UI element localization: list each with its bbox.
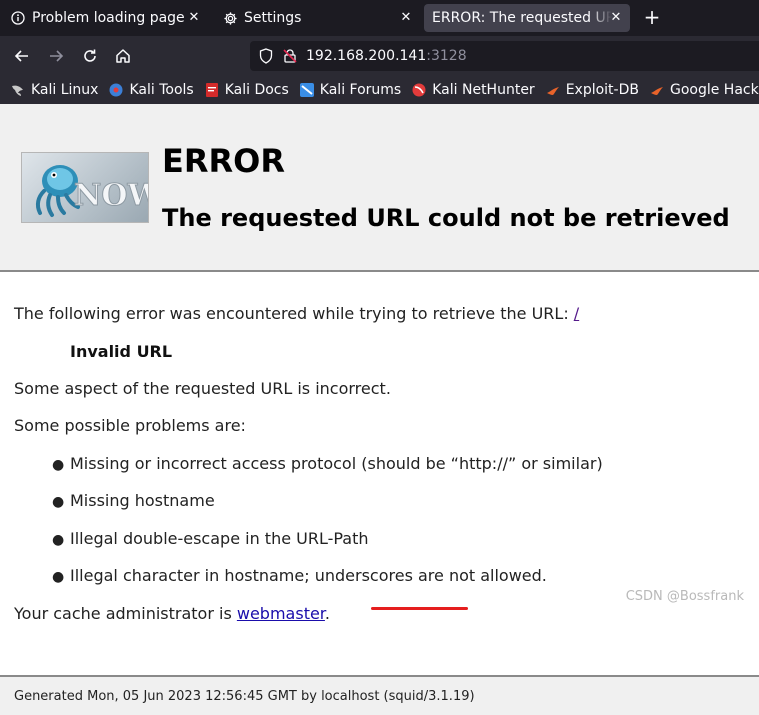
kali-dragon-icon bbox=[10, 82, 26, 98]
url-host: 192.168.200.141 bbox=[306, 48, 427, 64]
kali-tools-icon bbox=[108, 82, 124, 98]
admin-line: Your cache administrator is webmaster. bbox=[14, 604, 330, 623]
watermark: CSDN @Bossfrank bbox=[625, 589, 744, 604]
bookmark-exploit-db[interactable]: Exploit-DB bbox=[545, 82, 639, 98]
generated-footer: Generated Mon, 05 Jun 2023 12:56:45 GMT … bbox=[14, 689, 475, 704]
bookmarks-toolbar: Kali Linux Kali Tools Kali Docs Kali For… bbox=[0, 76, 759, 104]
tab-problem-loading[interactable]: Problem loading page ✕ bbox=[2, 4, 208, 32]
bookmark-label: Kali NetHunter bbox=[432, 82, 535, 98]
forward-arrow-icon bbox=[50, 50, 64, 62]
admin-suffix: . bbox=[324, 604, 331, 623]
list-item: ● Illegal double-escape in the URL-Path bbox=[52, 529, 369, 548]
url-port: :3128 bbox=[426, 48, 467, 64]
tab-strip: Problem loading page ✕ Settings ✕ ERROR:… bbox=[0, 0, 759, 36]
ghdb-icon bbox=[649, 82, 665, 98]
tab-title: ERROR: The requested URL could not be re… bbox=[432, 10, 612, 26]
bullet-icon: ● bbox=[52, 532, 65, 548]
shield-icon[interactable] bbox=[258, 48, 274, 64]
bullet-icon: ● bbox=[52, 457, 65, 473]
new-tab-button[interactable]: + bbox=[640, 6, 664, 30]
page-subtitle: The requested URL could not be retrieved bbox=[162, 204, 730, 232]
bookmark-kali-docs[interactable]: Kali Docs bbox=[204, 82, 289, 98]
tab-title: Settings bbox=[244, 10, 302, 26]
page-content: NOW ERROR The requested URL could not be… bbox=[0, 104, 759, 715]
bookmark-label: Kali Docs bbox=[224, 82, 289, 98]
problem-text: Missing or incorrect access protocol (sh… bbox=[70, 454, 603, 473]
home-button[interactable] bbox=[111, 44, 135, 68]
bookmark-kali-linux[interactable]: Kali Linux bbox=[10, 82, 98, 98]
bookmark-kali-tools[interactable]: Kali Tools bbox=[108, 82, 194, 98]
bookmark-label: Google Hacking DB bbox=[669, 82, 759, 98]
intro-text: The following error was encountered whil… bbox=[14, 304, 574, 323]
bullet-icon: ● bbox=[52, 569, 65, 585]
problem-text: Illegal double-escape in the URL-Path bbox=[70, 529, 369, 548]
exploit-db-icon bbox=[545, 82, 561, 98]
close-icon[interactable]: ✕ bbox=[186, 10, 202, 26]
list-item: ● Illegal character in hostname; undersco… bbox=[52, 566, 547, 585]
back-arrow-icon bbox=[14, 50, 28, 62]
list-item: ● Missing or incorrect access protocol (s… bbox=[52, 454, 603, 473]
problem-text: Illegal character in hostname; underscor… bbox=[70, 566, 547, 585]
bookmark-label: Exploit-DB bbox=[565, 82, 639, 98]
list-item: ● Missing hostname bbox=[52, 491, 215, 510]
bullet-icon: ● bbox=[52, 494, 65, 510]
bookmark-google-hacking-db[interactable]: Google Hacking DB bbox=[649, 82, 759, 98]
bookmark-kali-nethunter[interactable]: Kali NetHunter bbox=[411, 82, 535, 98]
problem-text: Missing hostname bbox=[70, 491, 215, 510]
tab-title: Problem loading page bbox=[32, 10, 185, 26]
problems-intro: Some possible problems are: bbox=[14, 416, 246, 435]
footer: Generated Mon, 05 Jun 2023 12:56:45 GMT … bbox=[0, 677, 759, 715]
red-underline-annotation bbox=[371, 607, 468, 610]
gear-icon bbox=[222, 10, 238, 26]
forward-button[interactable] bbox=[44, 44, 68, 68]
back-button[interactable] bbox=[10, 44, 34, 68]
reload-button[interactable] bbox=[78, 44, 102, 68]
url-bar[interactable]: 192.168.200.141:3128 bbox=[250, 41, 759, 71]
error-intro: The following error was encountered whil… bbox=[14, 304, 579, 323]
nethunter-icon bbox=[411, 82, 427, 98]
error-header: NOW ERROR The requested URL could not be… bbox=[0, 104, 759, 272]
navigation-toolbar: 192.168.200.141:3128 bbox=[0, 36, 759, 76]
kali-forums-icon bbox=[299, 82, 315, 98]
admin-prefix: Your cache administrator is bbox=[14, 604, 237, 623]
bookmark-kali-forums[interactable]: Kali Forums bbox=[299, 82, 401, 98]
bookmark-label: Kali Forums bbox=[319, 82, 402, 98]
tab-error-active[interactable]: ERROR: The requested URL could not be re… bbox=[424, 4, 630, 32]
svg-text:NOW: NOW bbox=[74, 178, 149, 213]
close-icon[interactable]: ✕ bbox=[608, 10, 624, 26]
bookmark-label: Kali Linux bbox=[31, 82, 99, 98]
info-icon bbox=[10, 10, 26, 26]
requested-url-link[interactable]: / bbox=[574, 304, 579, 323]
insecure-lock-icon[interactable] bbox=[282, 48, 298, 64]
squid-now-logo: NOW bbox=[21, 152, 149, 223]
bookmark-label: Kali Tools bbox=[129, 82, 194, 98]
reload-icon bbox=[84, 49, 96, 62]
page-title: ERROR bbox=[162, 142, 285, 180]
error-description: Some aspect of the requested URL is inco… bbox=[14, 379, 391, 398]
webmaster-link[interactable]: webmaster bbox=[237, 604, 325, 623]
error-name: Invalid URL bbox=[70, 342, 173, 361]
close-icon[interactable]: ✕ bbox=[398, 10, 414, 26]
home-icon bbox=[116, 49, 130, 63]
tab-settings[interactable]: Settings ✕ bbox=[214, 4, 420, 32]
kali-docs-icon bbox=[204, 82, 220, 98]
